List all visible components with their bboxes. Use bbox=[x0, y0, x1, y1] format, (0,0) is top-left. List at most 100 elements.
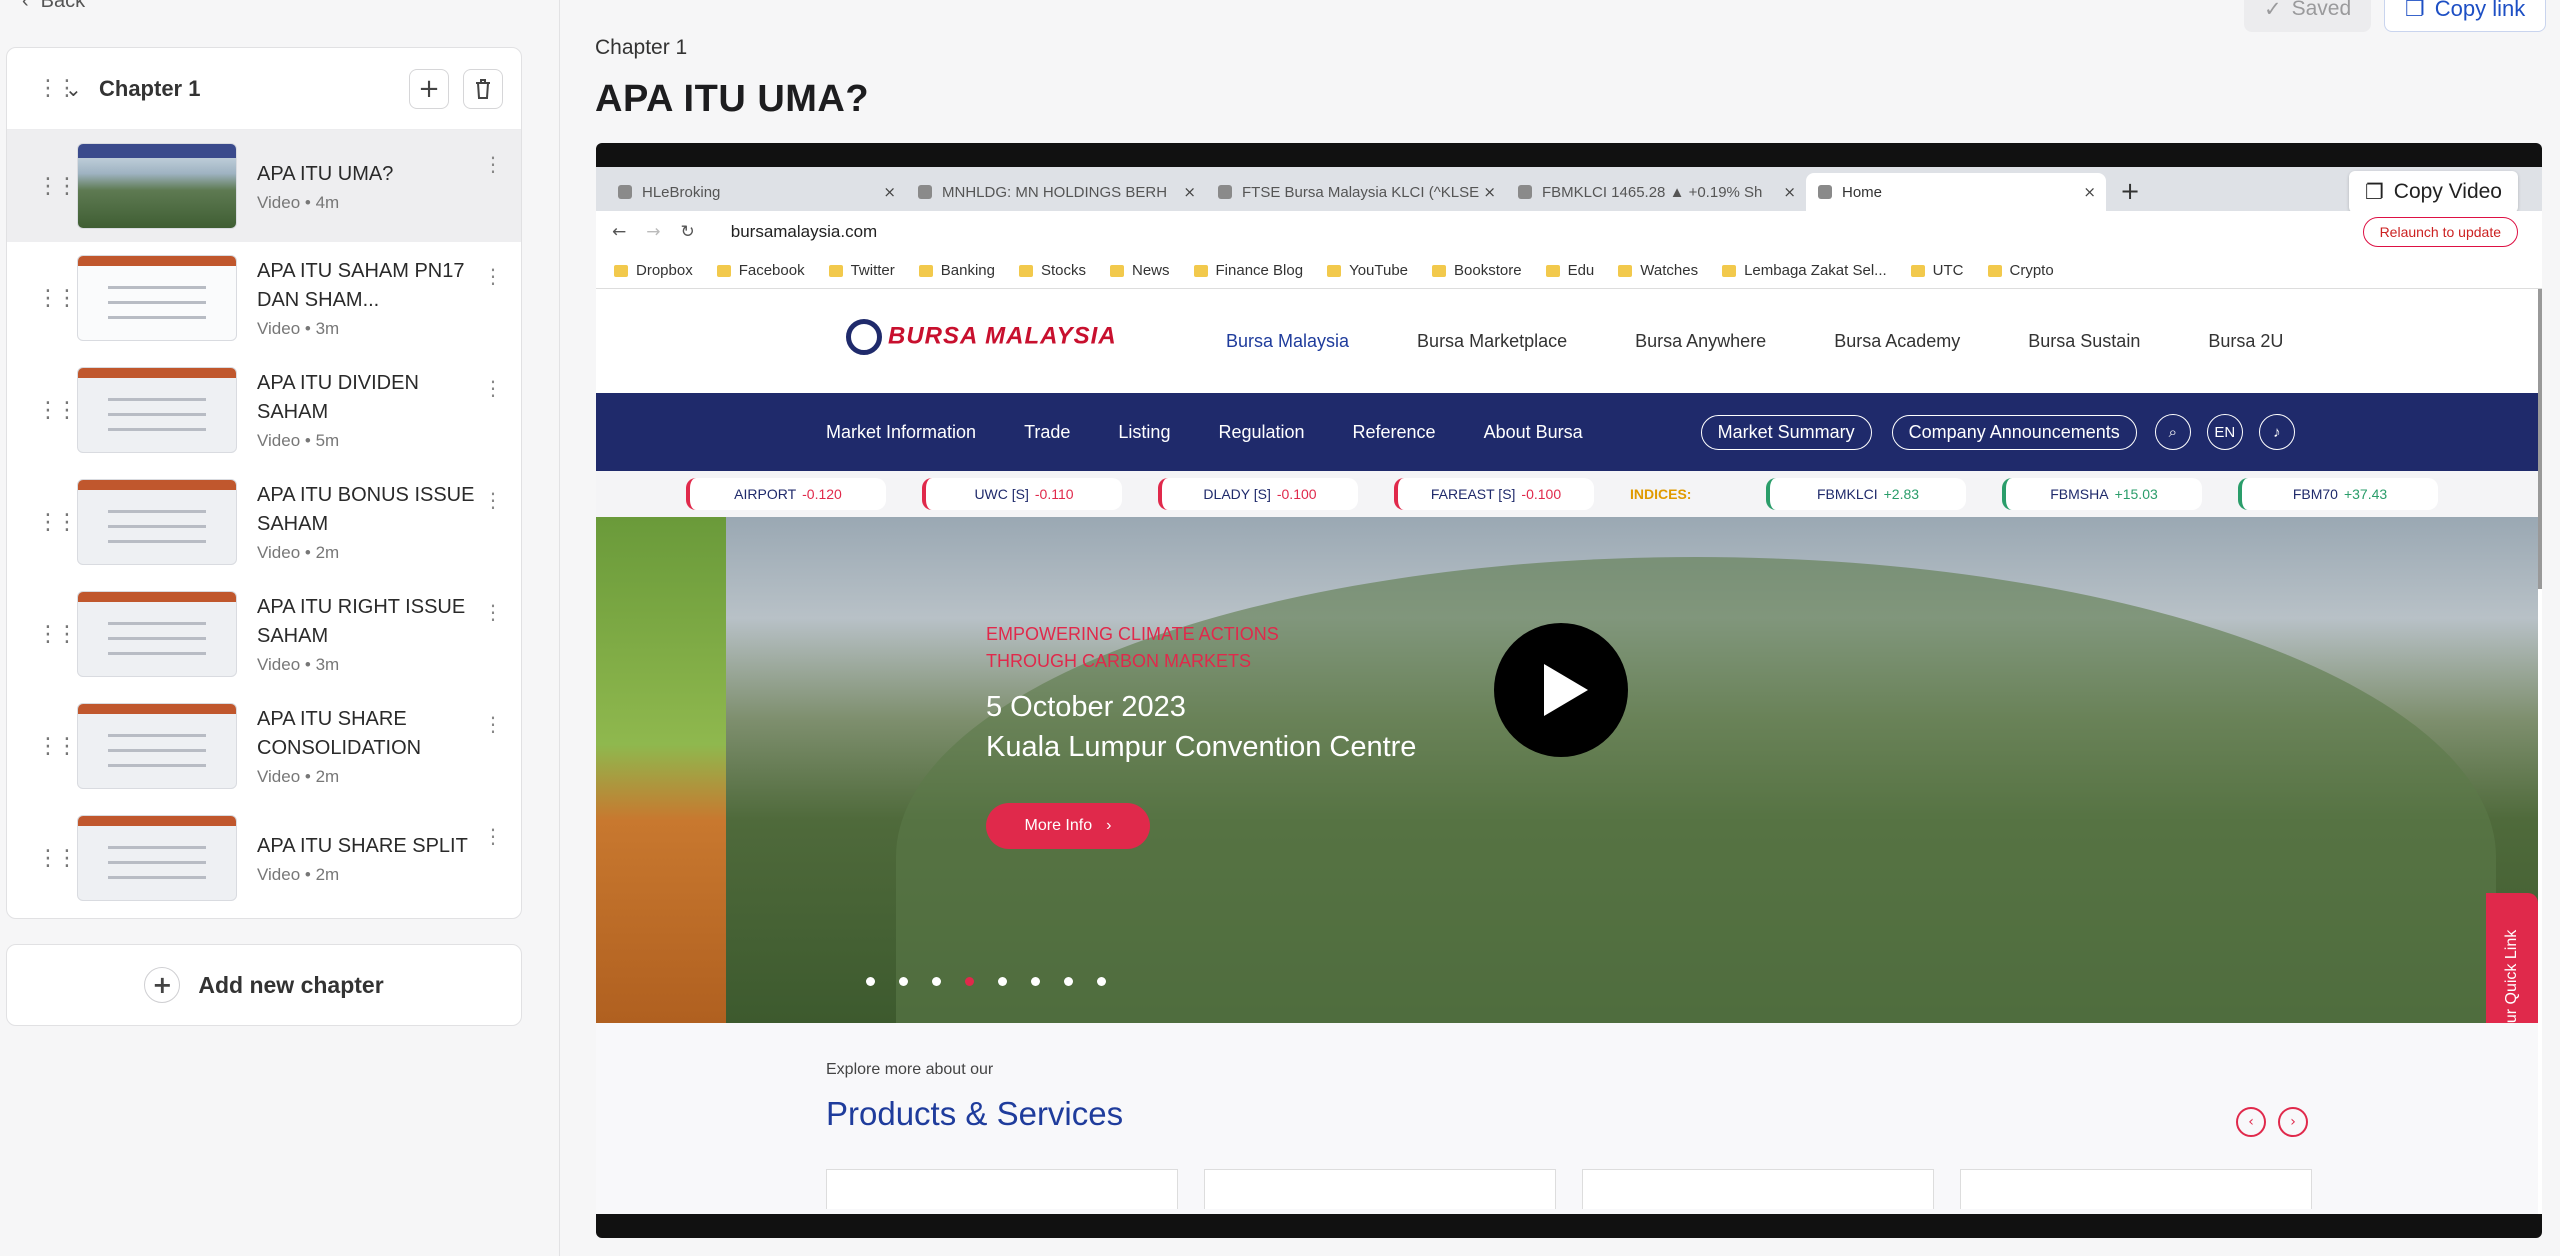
add-lesson-button[interactable]: + bbox=[409, 68, 449, 109]
hero-side-art bbox=[596, 517, 726, 1023]
lesson-title: APA ITU SHARE SPLIT bbox=[257, 834, 468, 857]
thumb-line bbox=[108, 622, 206, 625]
thumb-line bbox=[108, 510, 206, 513]
thumb-bar bbox=[78, 368, 236, 378]
products-title: Products & Services bbox=[826, 1095, 1124, 1132]
kebab-menu-icon[interactable]: ⋮ bbox=[483, 600, 503, 624]
quick-link-tab: Personalize Your Quick Link bbox=[2486, 893, 2538, 1023]
saved-button[interactable]: ✓ Saved bbox=[2244, 0, 2372, 32]
ticker-name: DLADY [S] bbox=[1203, 486, 1271, 502]
lesson-meta: Video • 2m bbox=[257, 864, 340, 884]
drag-handle-icon[interactable]: ⋮⋮ bbox=[37, 622, 78, 647]
site-top-nav-item: Bursa Malaysia bbox=[1226, 331, 1350, 351]
lesson-item[interactable]: ⋮⋮ APA ITU SAHAM PN17 DAN SHAM... Video • … bbox=[7, 242, 521, 354]
kebab-menu-icon[interactable]: ⋮ bbox=[483, 376, 503, 400]
hero-banner: EMPOWERING CLIMATE ACTIONS THROUGH CARBO… bbox=[596, 517, 2538, 1023]
copy-video-button[interactable]: ❐ Copy Video bbox=[2348, 171, 2518, 213]
bookmark-label: Banking bbox=[940, 262, 995, 279]
thumb-bar bbox=[78, 144, 236, 158]
chapter-card: ⋮⋮ ⌄ Chapter 1 + ⋮⋮ APA ITU UMA? Video • 4… bbox=[6, 47, 522, 919]
back-link[interactable]: ‹ Back bbox=[22, 0, 85, 13]
copy-icon: ❐ bbox=[2405, 0, 2425, 21]
folder-icon bbox=[1432, 264, 1447, 277]
bookmark-item: Lembaga Zakat Sel... bbox=[1722, 262, 1887, 279]
tab-favicon bbox=[618, 185, 632, 199]
lesson-title: APA ITU RIGHT ISSUE SAHAM bbox=[257, 596, 466, 647]
lesson-title: APA ITU DIVIDEN SAHAM bbox=[257, 372, 419, 423]
hero-venue: Kuala Lumpur Convention Centre bbox=[986, 731, 1417, 763]
ticker-name: FAREAST [S] bbox=[1430, 486, 1516, 502]
site-header: BURSA MALAYSIA Bursa Malaysia Bursa Marke… bbox=[596, 289, 2538, 393]
drag-handle-icon[interactable]: ⋮⋮ bbox=[37, 734, 78, 759]
thumb-line bbox=[108, 861, 206, 864]
add-chapter-button[interactable]: + Add new chapter bbox=[6, 944, 522, 1026]
play-button[interactable] bbox=[1494, 623, 1628, 757]
product-cards bbox=[826, 1169, 2312, 1209]
lesson-meta: Video • 4m bbox=[257, 192, 340, 212]
ticker-item: FAREAST [S] -0.100 bbox=[1394, 478, 1594, 510]
lesson-title: APA ITU UMA? bbox=[257, 162, 394, 185]
carousel-dot bbox=[866, 977, 875, 986]
thumb-line bbox=[108, 286, 206, 289]
folder-icon bbox=[1018, 264, 1033, 277]
browser-tab-label: MNHLDG: MN HOLDINGS BERH bbox=[942, 183, 1168, 201]
drag-handle-icon[interactable]: ⋮⋮ bbox=[37, 174, 78, 199]
bookmark-label: UTC bbox=[1932, 262, 1964, 279]
kebab-menu-icon[interactable]: ⋮ bbox=[483, 264, 503, 288]
browser-tab-label: FTSE Bursa Malaysia KLCI (^KLSE bbox=[1242, 183, 1480, 201]
video-player[interactable]: HLeBroking × MNHLDG: MN HOLDINGS BERH × FTSE… bbox=[596, 143, 2542, 1238]
ticker-item: AIRPORT -0.120 bbox=[686, 478, 886, 510]
drag-handle-icon[interactable]: ⋮⋮ bbox=[37, 510, 78, 535]
thumb-bar bbox=[78, 480, 236, 490]
folder-icon bbox=[614, 264, 628, 277]
lesson-meta: Video • 3m bbox=[257, 655, 340, 674]
plus-icon: + bbox=[418, 73, 440, 104]
kebab-menu-icon[interactable]: ⋮ bbox=[483, 824, 503, 848]
ticker-item: UWC [S] -0.110 bbox=[922, 478, 1122, 510]
drag-handle-icon[interactable]: ⋮⋮ bbox=[37, 398, 78, 423]
thumb-bar bbox=[78, 256, 236, 266]
lesson-text: APA ITU UMA? Video • 4m bbox=[257, 160, 483, 213]
thumb-line bbox=[108, 525, 206, 528]
lesson-item[interactable]: ⋮⋮ APA ITU SHARE SPLIT Video • 2m ⋮ bbox=[7, 802, 521, 914]
site-top-nav-item: Bursa Sustain bbox=[2028, 331, 2141, 351]
kebab-menu-icon[interactable]: ⋮ bbox=[483, 488, 503, 512]
carousel-dot-active bbox=[965, 977, 974, 986]
site-top-nav-item: Bursa Anywhere bbox=[1635, 331, 1767, 351]
bell-icon: ♪ bbox=[2258, 414, 2295, 450]
saved-label: Saved bbox=[2291, 0, 2352, 20]
copy-link-button[interactable]: ❐ Copy link bbox=[2384, 0, 2547, 32]
drag-handle-icon[interactable]: ⋮⋮ bbox=[37, 846, 78, 871]
lesson-item[interactable]: ⋮⋮ APA ITU UMA? Video • 4m ⋮ bbox=[7, 130, 521, 242]
kebab-menu-icon[interactable]: ⋮ bbox=[483, 152, 503, 176]
chevron-left-icon: ‹ bbox=[2236, 1107, 2266, 1137]
lesson-item[interactable]: ⋮⋮ APA ITU DIVIDEN SAHAM Video • 5m ⋮ bbox=[7, 354, 521, 466]
lesson-item[interactable]: ⋮⋮ APA ITU RIGHT ISSUE SAHAM Video • 3m ⋮ bbox=[7, 578, 521, 690]
hero-tagline: EMPOWERING CLIMATE ACTIONS THROUGH CARBO… bbox=[986, 621, 1279, 675]
lesson-item[interactable]: ⋮⋮ APA ITU BONUS ISSUE SAHAM Video • 2m ⋮ bbox=[7, 466, 521, 578]
bookmark-item: Crypto bbox=[1987, 262, 2054, 279]
lesson-title: APA ITU BONUS ISSUE SAHAM bbox=[257, 484, 475, 535]
kebab-menu-icon[interactable]: ⋮ bbox=[483, 712, 503, 736]
thumb-line bbox=[108, 764, 206, 767]
browser-tab: MNHLDG: MN HOLDINGS BERH × bbox=[906, 173, 1206, 211]
lesson-text: APA ITU DIVIDEN SAHAM Video • 5m bbox=[257, 369, 483, 451]
carousel-dot bbox=[1031, 977, 1040, 986]
bookmark-label: Crypto bbox=[2009, 262, 2054, 279]
lesson-title: APA ITU SHARE CONSOLIDATION bbox=[257, 708, 422, 759]
ticker-item: DLADY [S] -0.100 bbox=[1158, 478, 1358, 510]
drag-handle-icon[interactable]: ⋮⋮ bbox=[37, 76, 78, 101]
chevron-down-icon[interactable]: ⌄ bbox=[65, 77, 99, 101]
delete-chapter-button[interactable] bbox=[463, 68, 503, 109]
copy-link-label: Copy link bbox=[2434, 0, 2526, 21]
new-tab-icon: + bbox=[2120, 177, 2141, 205]
lesson-item[interactable]: ⋮⋮ APA ITU SHARE CONSOLIDATION Video • 2m ⋮ bbox=[7, 690, 521, 802]
ticker-name: AIRPORT bbox=[734, 486, 797, 502]
thumb-bar bbox=[78, 704, 236, 714]
thumb-line bbox=[108, 637, 206, 640]
chapter-header[interactable]: ⋮⋮ ⌄ Chapter 1 + bbox=[7, 48, 521, 130]
thumb-line bbox=[108, 734, 206, 737]
close-icon: × bbox=[1483, 183, 1496, 201]
hero-event: 5 October 2023 Kuala Lumpur Convention C… bbox=[986, 687, 1416, 767]
drag-handle-icon[interactable]: ⋮⋮ bbox=[37, 286, 78, 311]
